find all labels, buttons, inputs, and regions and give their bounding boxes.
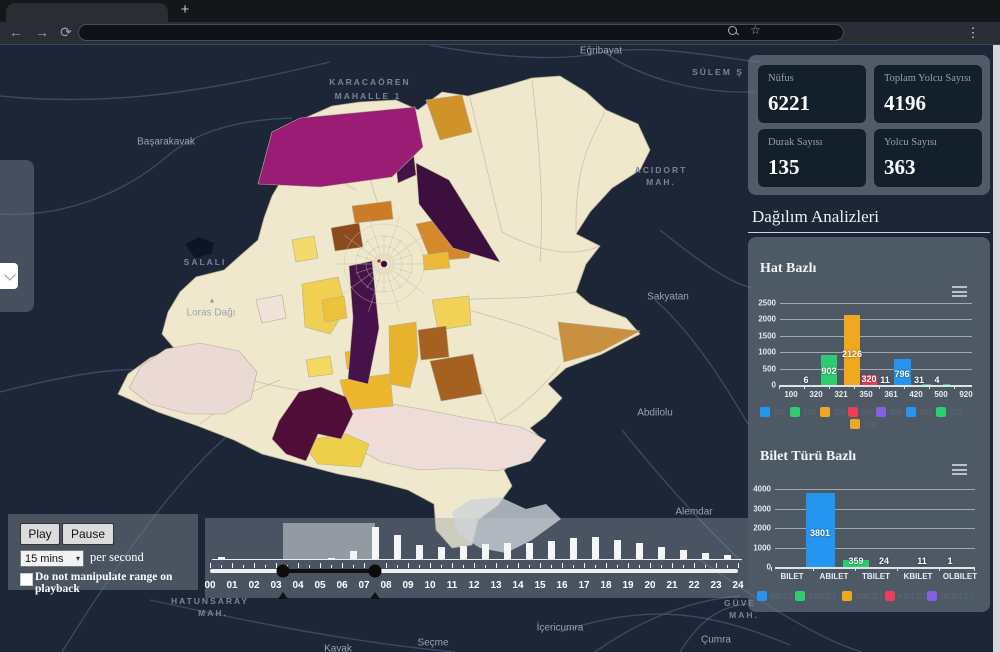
playback-checkbox-label: Do not manipulate range on playback [35, 571, 198, 595]
stat-card-durak: Durak Sayısı 135 [758, 129, 866, 187]
map-label: Alemdar [675, 507, 712, 518]
new-tab-button[interactable]: + [176, 1, 194, 19]
map-center-dot [377, 259, 381, 263]
time-slider-panel [205, 518, 748, 598]
stat-value: 6221 [768, 91, 810, 116]
map-label: KARACAÖREN [329, 77, 410, 87]
map-label: Seçme [417, 638, 448, 649]
map-label: ▲ [209, 298, 216, 305]
bookmark-star-icon[interactable]: ☆ [750, 22, 761, 39]
bilet-chart-title: Bilet Türü Bazlı [760, 449, 856, 465]
stat-card-nufus: Nüfus 6221 [758, 65, 866, 123]
forward-icon[interactable]: → [32, 22, 52, 44]
map-label: SÜLEM Ş [692, 67, 744, 77]
speed-select[interactable]: 15 mins ▾ [20, 550, 84, 567]
back-icon[interactable]: ← [6, 22, 26, 44]
stats-panel: Nüfus 6221 Toplam Yolcu Sayısı 4196 Dura… [748, 55, 990, 195]
stat-label: Yolcu Sayısı [884, 137, 937, 148]
page-scrollbar[interactable] [993, 45, 1000, 652]
playback-range-checkbox[interactable] [20, 573, 33, 586]
stat-card-yolcu: Yolcu Sayısı 363 [874, 129, 982, 187]
search-icon[interactable] [728, 26, 737, 35]
dashboard-page: KARACAÖREN MAHALLE 1 Başarakavak Eğribayat S… [0, 45, 1000, 652]
select-caret-icon: ▾ [76, 551, 80, 567]
reload-icon[interactable]: ⟳ [56, 22, 76, 44]
browser-menu-icon[interactable]: ⋮ [966, 22, 980, 44]
browser-toolbar: ← → ⟳ ☆ ⋮ [0, 22, 1000, 44]
browser-chrome: + ← → ⟳ ☆ ⋮ [0, 0, 1000, 45]
speed-value: 15 mins [25, 553, 64, 565]
map-label: Abdilolu [637, 408, 673, 419]
stat-label: Nüfus [768, 73, 794, 84]
map-label: MAHALLE 1 [335, 91, 402, 101]
chevron-down-icon [4, 269, 15, 280]
hat-chart-menu-icon[interactable] [952, 286, 967, 300]
map-label: MAH. [646, 177, 676, 187]
map-center-district [381, 261, 387, 267]
hat-chart-title: Hat Bazlı [760, 261, 816, 277]
map-label: Başarakavak [137, 137, 195, 148]
pause-button[interactable]: Pause [62, 523, 114, 545]
stat-value: 135 [768, 155, 800, 180]
stat-label: Toplam Yolcu Sayısı [884, 73, 971, 84]
playback-panel: Play Pause 15 mins ▾ per second Do not m… [8, 514, 198, 590]
map-label: SALALI [184, 257, 227, 267]
map-side-panel [0, 160, 34, 312]
map-label: MAH. [198, 608, 228, 618]
tab-strip: + [0, 0, 1000, 22]
stat-value: 363 [884, 155, 916, 180]
map-label: ACIDORT [635, 165, 688, 175]
stat-value: 4196 [884, 91, 926, 116]
time-slider-handle-end[interactable] [369, 565, 382, 578]
map-label: Eğribayat [580, 46, 622, 57]
section-title: Dağılım Analizleri [752, 207, 879, 227]
stat-label: Durak Sayısı [768, 137, 823, 148]
browser-tab[interactable] [6, 3, 168, 22]
map-label: İçericumra [537, 623, 584, 634]
stat-card-toplam-yolcu: Toplam Yolcu Sayısı 4196 [874, 65, 982, 123]
bilet-chart-menu-icon[interactable] [952, 464, 967, 478]
map-label: Loras Dağı [187, 308, 236, 319]
map-label: Çumra [701, 635, 731, 646]
section-divider [748, 232, 990, 233]
per-second-label: per second [90, 550, 144, 565]
time-slider-handle-start[interactable] [276, 565, 289, 578]
map-label: Kavak [324, 644, 352, 652]
map-label: Sakyatan [647, 292, 689, 303]
play-button[interactable]: Play [20, 523, 60, 545]
panel-collapse-button[interactable] [0, 263, 18, 289]
